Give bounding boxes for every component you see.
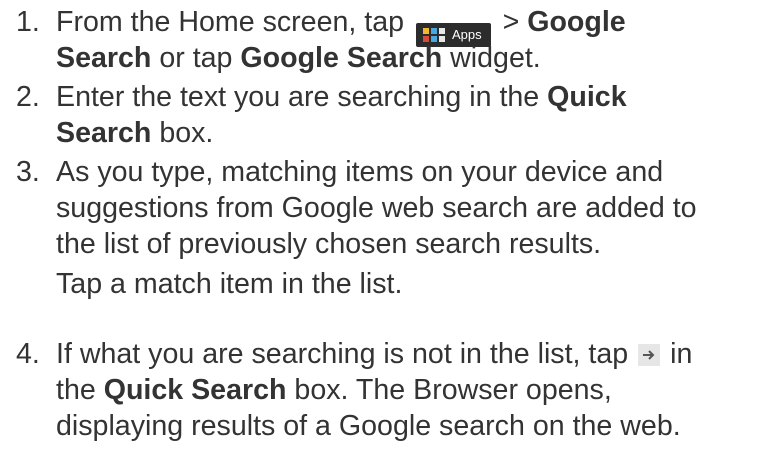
bold-term: Search [56,42,152,74]
step-text-run: widget. [442,42,541,74]
step-number: 2. [16,81,40,113]
step-number: 4. [16,338,40,370]
step-text-line: As you type, matching items on your devi… [56,156,664,188]
step-text-line: displaying results of a Google search on… [56,410,681,442]
bold-term: Google [527,6,626,38]
step-text: From the Home screen, tap Apps > Google … [56,4,626,76]
bold-term: Quick Search [103,374,287,406]
step-text-run: box. The Browser opens, [286,374,612,406]
bold-term: Google Search [240,42,443,74]
step-text: As you type, matching items on your devi… [56,154,697,302]
bold-term: Quick [547,81,627,113]
step-text: If what you are searching is not in the … [56,336,692,444]
step-text-line: Tap a match item in the list. [56,268,403,300]
step-text-run: box. [151,117,214,149]
step-text-line: the list of previously chosen search res… [56,228,602,260]
step-text-run: or tap [151,42,241,74]
instruction-list: 1. From the Home screen, tap Apps > Goog… [0,0,778,456]
step-text-run: From the Home screen, tap [56,6,405,38]
step-number: 1. [16,6,40,38]
bold-term: Search [56,117,152,149]
step-text-run: Enter the text you are searching in the [56,81,548,113]
step-number: 3. [16,156,40,188]
go-arrow-icon [638,344,661,366]
step-text-run: > [494,6,528,38]
step-text-line: suggestions from Google web search are a… [56,192,697,224]
step-text: Enter the text you are searching in the … [56,79,627,151]
step-text-run: the [56,374,104,406]
step-text-run: in [662,338,693,370]
step-text-run: If what you are searching is not in the … [56,338,629,370]
